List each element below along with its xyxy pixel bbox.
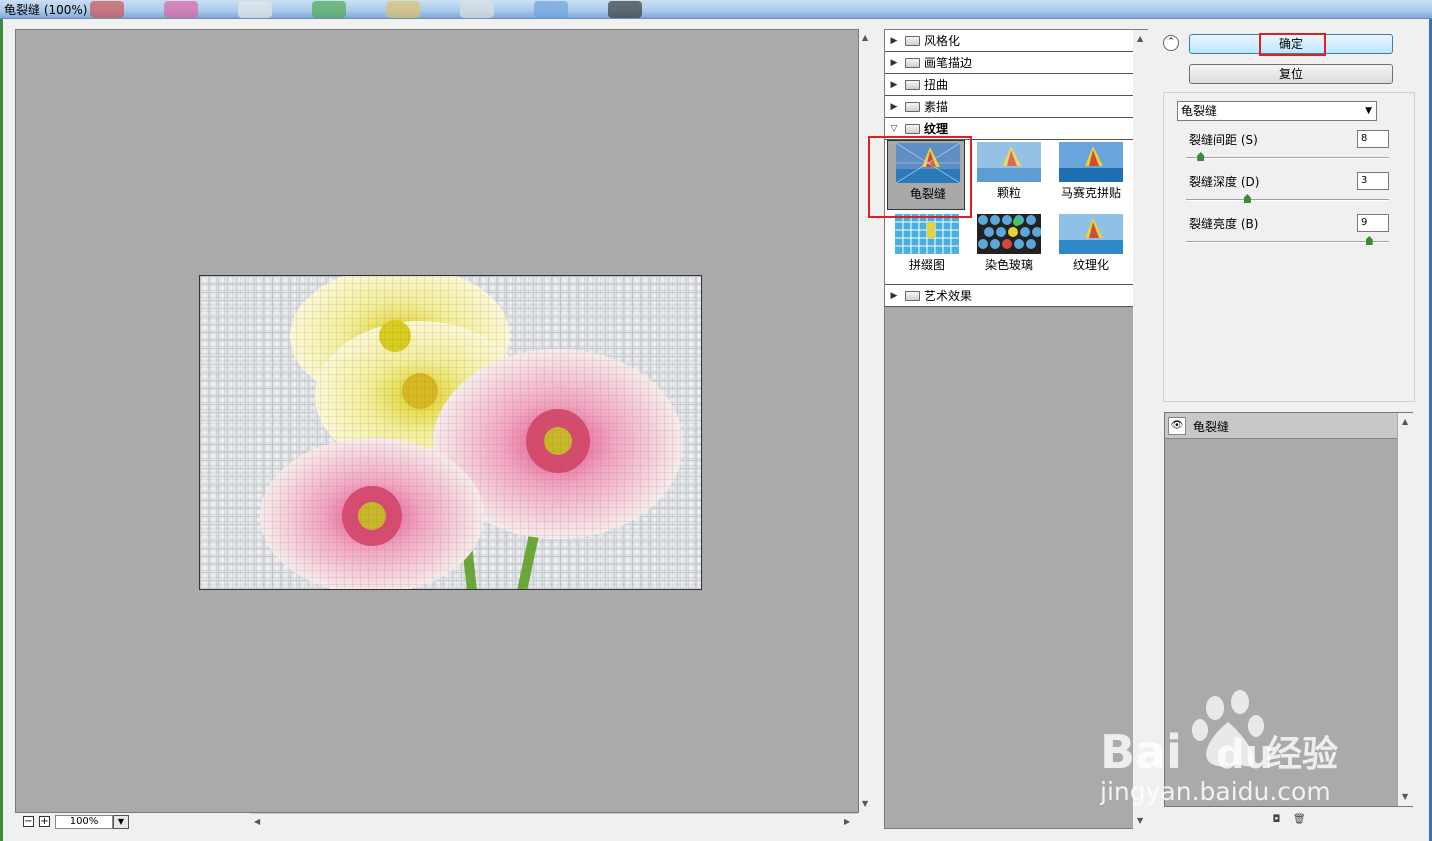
collapse-arrow-icon[interactable]: ▶ <box>887 80 901 90</box>
thumb-texturizer[interactable]: 纹理化 <box>1051 212 1129 282</box>
taskbar-app-icon <box>534 1 568 18</box>
scroll-up-arrow-icon[interactable]: ▲ <box>1137 34 1143 44</box>
collapse-arrow-icon[interactable]: ▶ <box>887 58 901 68</box>
thumb-patchwork-image <box>895 214 959 254</box>
category-label: 素描 <box>924 100 949 114</box>
zoom-bar: − + 100% ▼ ◀ ▶ <box>15 813 859 833</box>
scroll-down-arrow-icon[interactable]: ▼ <box>862 799 868 809</box>
param-value-input[interactable]: 8 <box>1357 130 1389 148</box>
collapse-arrow-icon[interactable]: ▶ <box>887 102 901 112</box>
scroll-down-arrow-icon[interactable]: ▼ <box>1137 816 1143 826</box>
filter-category[interactable]: ▶ 风格化 <box>885 30 1133 52</box>
param-label: 裂缝间距 (S) <box>1189 133 1258 147</box>
effect-layer-row[interactable]: 👁 龟裂缝 <box>1165 413 1397 439</box>
thumb-name: 纹理化 <box>1072 258 1109 272</box>
preview-horizontal-scrollbar[interactable]: ◀ ▶ <box>250 813 858 829</box>
zoom-out-button[interactable]: − <box>23 816 34 827</box>
param-slider-track[interactable] <box>1186 241 1389 243</box>
folder-icon <box>905 290 920 301</box>
eye-icon[interactable]: 👁 <box>1168 417 1186 435</box>
param-slider-track[interactable] <box>1186 199 1389 201</box>
param-label: 裂缝深度 (D) <box>1189 175 1260 189</box>
category-label: 扭曲 <box>924 78 949 92</box>
scroll-up-arrow-icon[interactable]: ▲ <box>1402 417 1408 427</box>
layer-scrollbar[interactable]: ▲ ▼ <box>1398 413 1413 806</box>
folder-icon <box>905 79 920 90</box>
taskbar-app-icon <box>90 1 124 18</box>
taskbar-app-icon <box>238 1 272 18</box>
folder-icon <box>905 35 920 46</box>
thumb-name: 马赛克拼贴 <box>1060 186 1121 200</box>
thumb-texturizer-image <box>1059 214 1123 254</box>
layer-name: 龟裂缝 <box>1193 420 1230 434</box>
title-bar: 龟裂缝 (100%) <box>0 0 1432 19</box>
category-label: 艺术效果 <box>924 289 973 303</box>
thumb-name: 颗粒 <box>996 186 1021 200</box>
taskbar-app-icon <box>460 1 494 18</box>
folder-icon <box>905 57 920 68</box>
chevron-down-icon: ▼ <box>1365 106 1372 116</box>
filter-category[interactable]: ▶ 画笔描边 <box>885 52 1133 74</box>
reset-button[interactable]: 复位 <box>1189 64 1393 84</box>
zoom-in-button[interactable]: + <box>39 816 50 827</box>
category-label: 画笔描边 <box>924 56 973 70</box>
filter-category[interactable]: ▶ 艺术效果 <box>885 285 1133 307</box>
scroll-down-arrow-icon[interactable]: ▼ <box>1402 792 1408 802</box>
thumb-mosaic-image <box>1059 142 1123 182</box>
thumb-name: 染色玻璃 <box>984 258 1033 272</box>
param-slider-track[interactable] <box>1186 157 1389 159</box>
collapse-gallery-icon[interactable]: ⌃ <box>1163 35 1179 51</box>
param-value-input[interactable]: 9 <box>1357 214 1389 232</box>
filter-select-value: 龟裂缝 <box>1181 104 1218 118</box>
filter-category[interactable]: ▶ 扭曲 <box>885 74 1133 96</box>
filter-select[interactable]: 龟裂缝 ▼ <box>1177 101 1377 121</box>
category-label: 纹理 <box>924 122 949 136</box>
param-value-input[interactable]: 3 <box>1357 172 1389 190</box>
scroll-up-arrow-icon[interactable]: ▲ <box>862 33 868 43</box>
ok-highlight <box>1259 33 1326 56</box>
filter-category[interactable]: ▶ 素描 <box>885 96 1133 118</box>
scroll-left-arrow-icon[interactable]: ◀ <box>254 817 260 827</box>
thumb-stained-glass-image <box>977 214 1041 254</box>
preview-canvas[interactable] <box>15 29 859 813</box>
thumb-patchwork[interactable]: 拼缀图 <box>887 212 965 282</box>
zoom-dropdown-icon[interactable]: ▼ <box>113 815 129 829</box>
thumb-name: 拼缀图 <box>908 258 945 272</box>
collapse-arrow-icon[interactable]: ▶ <box>887 291 901 301</box>
taskbar-app-icon <box>608 1 642 18</box>
param-label: 裂缝亮度 (B) <box>1189 217 1259 231</box>
preview-image <box>199 275 702 590</box>
thumb-grain[interactable]: 颗粒 <box>969 140 1047 210</box>
gallery-scrollbar[interactable]: ▲ ▼ <box>1133 30 1148 830</box>
settings-panel: ⌃ 确定 复位 龟裂缝 ▼ 裂缝间距 (S) 8 裂缝深度 (D) 3 裂缝亮度 (B)… <box>1153 19 1429 839</box>
taskbar-app-icon <box>386 1 420 18</box>
layer-list: 👁 龟裂缝 ▲ ▼ <box>1164 412 1413 807</box>
selection-highlight <box>868 136 972 218</box>
thumb-grain-image <box>977 142 1041 182</box>
scroll-right-arrow-icon[interactable]: ▶ <box>844 817 850 827</box>
window-title: 龟裂缝 (100%) <box>4 3 88 17</box>
category-label: 风格化 <box>924 34 961 48</box>
taskbar-app-icon <box>164 1 198 18</box>
collapse-arrow-icon[interactable]: ▶ <box>887 36 901 46</box>
folder-open-icon <box>905 123 920 134</box>
delete-effect-layer-icon[interactable]: 🗑 <box>1293 815 1306 826</box>
zoom-level-field[interactable]: 100% <box>55 815 113 829</box>
thumb-mosaic-tiles[interactable]: 马赛克拼贴 <box>1051 140 1129 210</box>
taskbar-app-icon <box>312 1 346 18</box>
folder-icon <box>905 101 920 112</box>
new-effect-layer-icon[interactable]: ◘ <box>1271 815 1282 826</box>
thumb-stained-glass[interactable]: 染色玻璃 <box>969 212 1047 282</box>
expand-arrow-icon[interactable]: ▽ <box>887 124 901 134</box>
filter-gallery-dialog: ▲ ▼ − + 100% ▼ ◀ ▶ ▶ 风格化 ▶ 画笔描边 ▶ 扭曲 ▶ 素描 ▽ 纹理 … <box>0 19 1432 841</box>
